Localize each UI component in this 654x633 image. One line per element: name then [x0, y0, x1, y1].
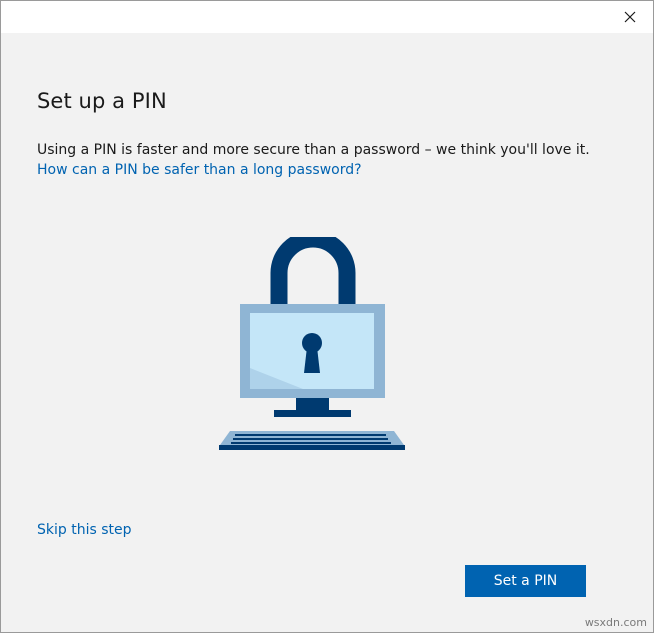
title-bar: [1, 1, 653, 33]
close-button[interactable]: [607, 1, 653, 33]
pin-safety-link[interactable]: How can a PIN be safer than a long passw…: [37, 162, 362, 178]
padlock-computer-illustration: [217, 230, 407, 453]
setup-pin-dialog: Set up a PIN Using a PIN is faster and m…: [0, 0, 654, 633]
dialog-content: Set up a PIN Using a PIN is faster and m…: [1, 33, 653, 632]
close-icon: [624, 8, 636, 27]
set-pin-button[interactable]: Set a PIN: [465, 565, 586, 597]
skip-step-link[interactable]: Skip this step: [37, 522, 132, 538]
page-title: Set up a PIN: [37, 89, 167, 113]
watermark: wsxdn.com: [584, 616, 647, 629]
description-text: Using a PIN is faster and more secure th…: [37, 142, 590, 158]
padlock-computer-icon: [219, 230, 405, 450]
